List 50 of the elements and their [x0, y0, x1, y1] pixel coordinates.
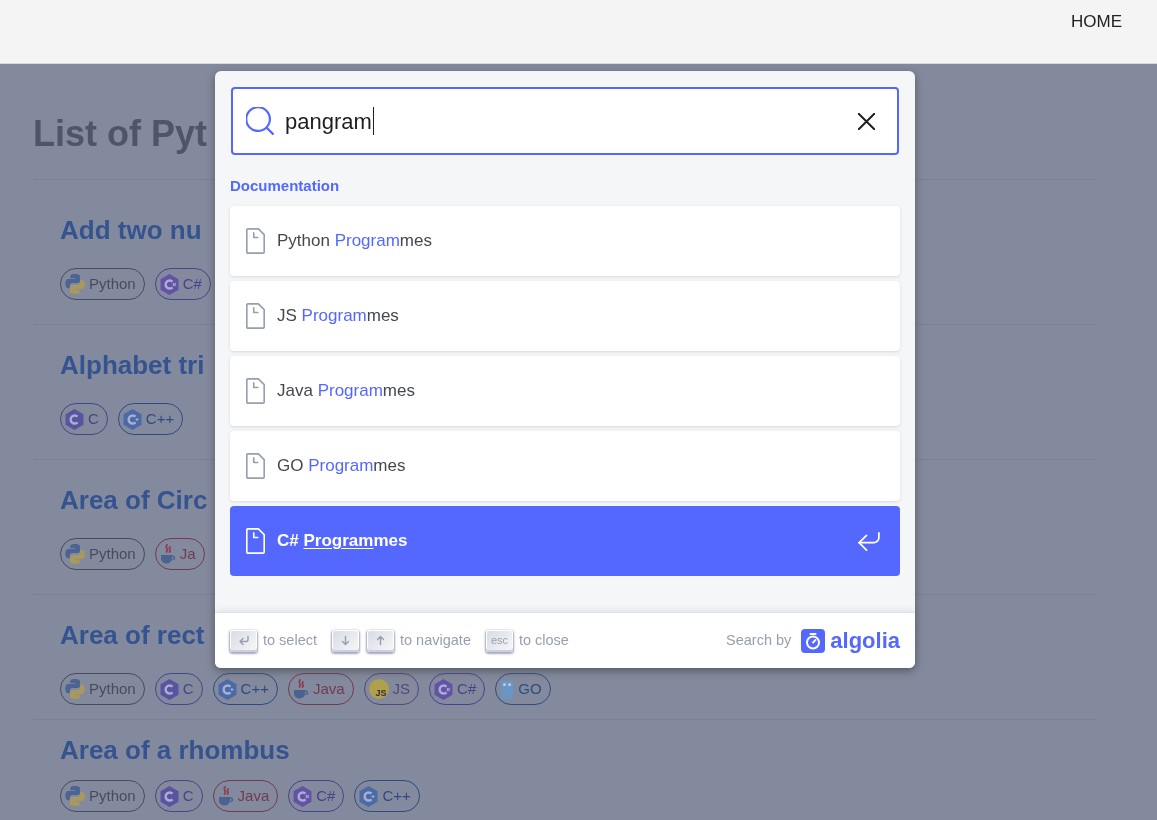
section-heading: Documentation [230, 176, 340, 196]
python-logo-icon [65, 274, 85, 294]
hexagon-logo-icon [122, 408, 142, 430]
python-logo-icon [65, 786, 85, 806]
document-icon [246, 303, 265, 329]
search-result[interactable]: Python Programmes [230, 206, 900, 276]
article-title-link[interactable]: Alphabet tri [60, 349, 205, 381]
coffee-cup-icon [217, 785, 234, 807]
python-logo-icon [65, 544, 85, 564]
hexagon-logo-icon [159, 273, 179, 295]
search-result[interactable]: C# Programmes [230, 506, 900, 576]
text-cursor [372, 107, 374, 135]
stopwatch-logo-icon [801, 628, 826, 653]
document-icon [246, 378, 265, 404]
document-icon [246, 528, 265, 554]
close-icon [857, 112, 875, 130]
shortcut-hint: to select [263, 630, 317, 650]
hexagon-logo-icon [159, 678, 179, 700]
document-icon [246, 228, 265, 254]
shortcut-hint: to close [518, 630, 569, 650]
document-icon [246, 453, 265, 479]
nav-link[interactable]: HOME [1071, 11, 1122, 33]
return-icon [858, 531, 880, 551]
hexagon-logo-icon [217, 678, 237, 700]
hexagon-logo-icon [293, 785, 313, 807]
search-icon [246, 107, 274, 135]
article-title-link[interactable]: Area of Circ [60, 484, 208, 516]
search-by-label: Search by [726, 630, 792, 650]
hexagon-logo-icon [159, 785, 179, 807]
hexagon-logo-icon [65, 408, 84, 430]
article-title-link[interactable]: Area of rect [60, 619, 205, 651]
hexagon-logo-icon [434, 678, 454, 700]
search-result[interactable]: Java Programmes [230, 356, 900, 426]
coffee-cup-icon [292, 678, 309, 700]
language-logo: JS [368, 679, 389, 699]
coffee-cup-icon [159, 543, 176, 565]
down-arrow-key-icon [332, 629, 359, 652]
return-key-icon [230, 629, 257, 652]
esc-key: esc [485, 629, 513, 652]
shortcut-hint: to navigate [400, 630, 471, 650]
article-title-link[interactable]: Add two nu [60, 214, 202, 246]
mascot-icon [500, 679, 515, 699]
article-title-link[interactable]: Area of a rhombus [60, 734, 290, 766]
up-arrow-key-icon [367, 629, 394, 652]
python-logo-icon [65, 679, 85, 699]
hexagon-logo-icon [359, 785, 379, 807]
search-field[interactable]: pangram [231, 87, 899, 155]
logo-text: algolia [830, 628, 900, 653]
search-result[interactable]: JS Programmes [230, 281, 900, 351]
search-result[interactable]: GO Programmes [230, 431, 900, 501]
